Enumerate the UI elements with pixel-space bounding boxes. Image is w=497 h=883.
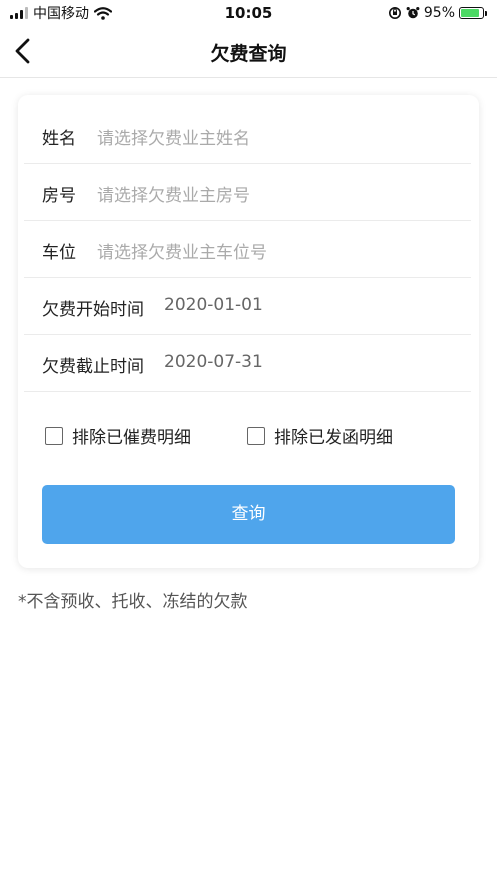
parking-placeholder[interactable]: 请选择欠费业主车位号 — [97, 238, 267, 263]
end-date-value[interactable]: 2020-07-31 — [164, 352, 263, 372]
filter-options: 排除已催费明细 排除已发函明细 — [18, 415, 479, 455]
parking-field[interactable]: 车位 请选择欠费业主车位号 — [24, 221, 471, 278]
exclude-letter-option[interactable]: 排除已发函明细 — [247, 423, 393, 448]
orientation-lock-icon — [388, 7, 401, 19]
status-bar: 中国移动 10:05 95% — [0, 0, 497, 26]
name-field[interactable]: 姓名 请选择欠费业主姓名 — [24, 107, 471, 164]
name-label: 姓名 — [42, 129, 76, 149]
nav-bar: 欠费查询 — [0, 26, 497, 78]
battery-fill — [461, 9, 479, 17]
battery-percent: 95% — [423, 5, 455, 21]
end-date-label: 欠费截止时间 — [42, 357, 144, 377]
page-title: 欠费查询 — [210, 43, 287, 65]
query-button[interactable]: 查询 — [42, 485, 455, 544]
exclude-reminded-checkbox[interactable] — [45, 426, 63, 445]
parking-label: 车位 — [42, 243, 76, 263]
start-date-label: 欠费开始时间 — [42, 300, 144, 320]
room-placeholder[interactable]: 请选择欠费业主房号 — [97, 181, 250, 206]
footnote: *不含预收、托收、冻结的欠款 — [18, 592, 248, 612]
start-date-field[interactable]: 欠费开始时间 2020-01-01 — [24, 278, 471, 335]
query-form-card: 姓名 请选择欠费业主姓名 房号 请选择欠费业主房号 车位 请选择欠费业主车位号 … — [18, 95, 479, 568]
room-label: 房号 — [42, 186, 76, 206]
room-field[interactable]: 房号 请选择欠费业主房号 — [24, 164, 471, 221]
end-date-field[interactable]: 欠费截止时间 2020-07-31 — [24, 335, 471, 392]
exclude-letter-label: 排除已发函明细 — [274, 428, 393, 448]
exclude-reminded-option[interactable]: 排除已催费明细 — [45, 423, 191, 448]
alarm-icon — [406, 7, 420, 19]
status-right: 95% — [388, 4, 487, 22]
battery-cap — [485, 10, 487, 16]
exclude-reminded-label: 排除已催费明细 — [72, 428, 191, 448]
name-placeholder[interactable]: 请选择欠费业主姓名 — [97, 124, 250, 149]
battery-charging-icon — [459, 7, 484, 19]
exclude-letter-checkbox[interactable] — [247, 426, 265, 445]
start-date-value[interactable]: 2020-01-01 — [164, 295, 263, 315]
